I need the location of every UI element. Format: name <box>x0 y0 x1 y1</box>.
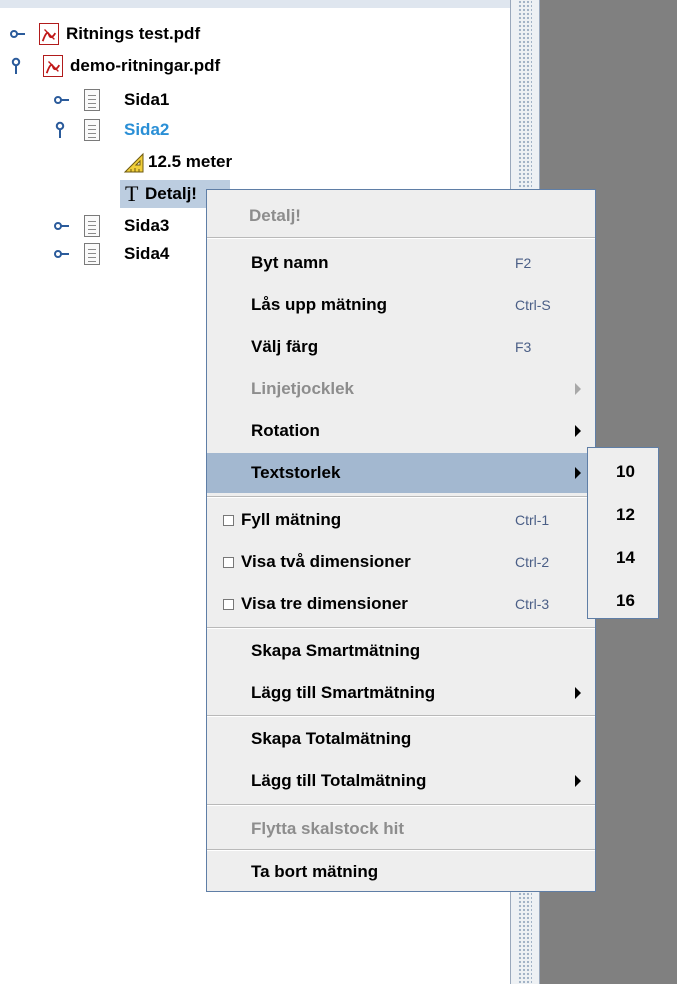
menu-item-create-smart-measurement[interactable]: Skapa Smartmätning <box>207 631 595 671</box>
page-icon <box>84 89 100 111</box>
checkbox-icon[interactable] <box>223 514 234 526</box>
menu-item-add-smart-measurement[interactable]: Lägg till Smartmätning <box>207 673 595 713</box>
shortcut-label: Ctrl-1 <box>515 512 550 528</box>
page-icon <box>84 243 100 265</box>
text-size-option-16[interactable]: 16 <box>616 591 635 611</box>
shortcut-label: Ctrl-3 <box>515 596 550 612</box>
page-label: Sida1 <box>124 90 170 109</box>
menu-item-add-total-measurement[interactable]: Lägg till Totalmätning <box>207 761 595 801</box>
collapsed-key-icon[interactable] <box>54 93 70 107</box>
pdf-file-icon <box>39 23 59 45</box>
page-icon <box>84 215 100 237</box>
menu-item-choose-color[interactable]: Välj färg F3 <box>207 327 595 367</box>
menu-separator <box>207 849 595 851</box>
menu-separator <box>207 496 595 498</box>
text-size-option-10[interactable]: 10 <box>616 462 635 482</box>
menu-separator <box>207 627 595 629</box>
menu-item-rotation[interactable]: Rotation <box>207 411 595 451</box>
menu-item-text-size[interactable]: Textstorlek <box>207 453 595 493</box>
menu-item-fill-measurement[interactable]: Fyll mätning Ctrl-1 <box>207 500 595 540</box>
menu-item-show-two-dimensions[interactable]: Visa två dimensioner Ctrl-2 <box>207 542 595 582</box>
page-label-active: Sida2 <box>124 120 170 139</box>
submenu-arrow-icon <box>575 775 581 787</box>
checkbox-icon[interactable] <box>223 598 234 610</box>
shortcut-label: Ctrl-S <box>515 297 551 313</box>
menu-item-move-scale-here[interactable]: Flytta skalstock hit <box>207 809 595 849</box>
menu-separator <box>207 804 595 806</box>
page-label: Sida3 <box>124 216 170 235</box>
shortcut-label: Ctrl-2 <box>515 554 550 570</box>
menu-item-create-total-measurement[interactable]: Skapa Totalmätning <box>207 719 595 759</box>
collapsed-key-icon[interactable] <box>54 247 70 261</box>
collapsed-key-icon[interactable] <box>54 219 70 233</box>
text-t-icon: T <box>125 181 139 206</box>
text-size-option-12[interactable]: 12 <box>616 505 635 525</box>
page-label: Sida4 <box>124 244 170 263</box>
ruler-triangle-icon <box>123 152 144 173</box>
measurement-label: Detalj! <box>145 184 197 203</box>
measurement-label: 12.5 meter <box>148 152 233 171</box>
expanded-key-icon[interactable] <box>53 121 67 139</box>
context-menu: Detalj! Byt namn F2 Lås upp mätning Ctrl… <box>206 189 596 892</box>
menu-separator <box>207 715 595 717</box>
text-size-submenu: 10 12 14 16 <box>587 447 659 619</box>
page-icon <box>84 119 100 141</box>
expanded-key-icon[interactable] <box>9 57 23 75</box>
menu-title: Detalj! <box>249 206 301 225</box>
submenu-arrow-icon <box>575 467 581 479</box>
submenu-arrow-icon <box>575 687 581 699</box>
menu-separator <box>207 237 595 239</box>
submenu-arrow-icon <box>575 425 581 437</box>
submenu-arrow-icon <box>575 383 581 395</box>
file-label: demo-ritningar.pdf <box>70 56 221 75</box>
pdf-file-icon <box>43 55 63 77</box>
menu-item-rename[interactable]: Byt namn F2 <box>207 243 595 283</box>
menu-item-line-thickness[interactable]: Linjetjocklek <box>207 369 595 409</box>
text-size-option-14[interactable]: 14 <box>616 548 635 568</box>
menu-item-unlock-measurement[interactable]: Lås upp mätning Ctrl-S <box>207 285 595 325</box>
shortcut-label: F3 <box>515 339 532 355</box>
menu-item-delete-measurement[interactable]: Ta bort mätning <box>207 852 595 892</box>
menu-item-show-three-dimensions[interactable]: Visa tre dimensioner Ctrl-3 <box>207 584 595 624</box>
shortcut-label: F2 <box>515 255 532 271</box>
checkbox-icon[interactable] <box>223 556 234 568</box>
collapsed-key-icon[interactable] <box>10 27 26 41</box>
file-label: Ritnings test.pdf <box>66 24 201 43</box>
